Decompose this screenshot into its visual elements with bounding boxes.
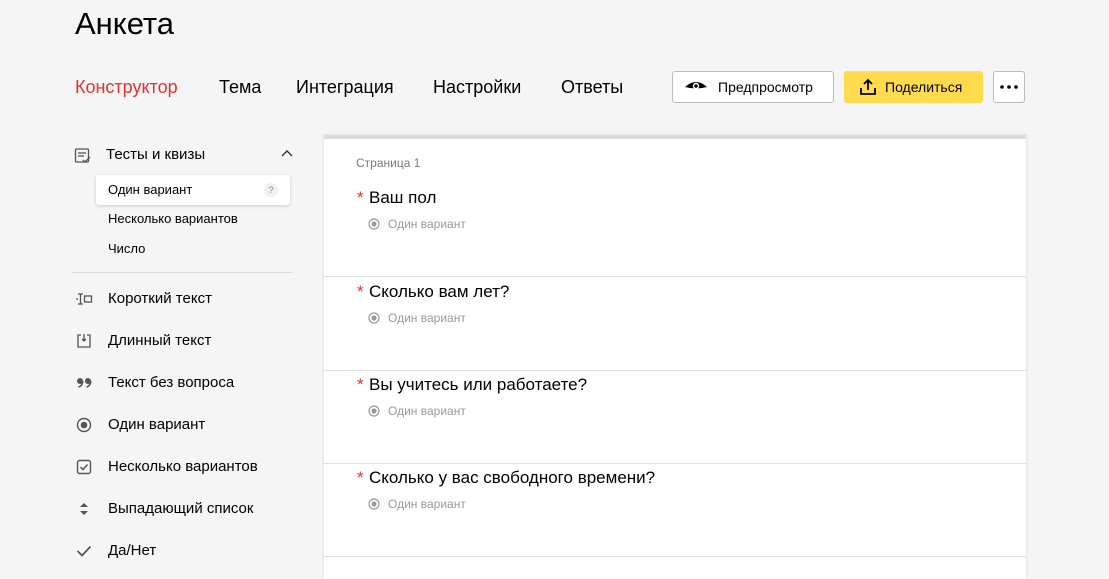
eye-icon bbox=[684, 80, 708, 94]
sort-arrows-icon bbox=[74, 500, 94, 518]
quiz-group-header[interactable]: Тесты и квизы bbox=[72, 144, 294, 168]
page-label: Страница 1 bbox=[356, 156, 421, 170]
preview-label: Предпросмотр bbox=[718, 79, 813, 95]
radio-icon bbox=[368, 498, 380, 510]
more-button[interactable] bbox=[993, 71, 1025, 103]
sidebar-item-label: Несколько вариантов bbox=[108, 211, 238, 226]
sidebar-item-label: Выпадающий список bbox=[108, 500, 254, 517]
sidebar-item-label: Один вариант bbox=[108, 182, 193, 197]
tab-theme[interactable]: Тема bbox=[219, 74, 261, 100]
required-mark: * bbox=[357, 188, 364, 207]
sidebar-item-yes-no[interactable]: Да/Нет bbox=[72, 539, 292, 563]
quiz-item-single-choice[interactable]: Один вариант ? bbox=[96, 175, 290, 205]
sidebar-item-long-text[interactable]: Длинный текст bbox=[72, 329, 292, 353]
quiz-item-multiple-choice[interactable]: Несколько вариантов bbox=[96, 204, 290, 234]
radio-icon bbox=[74, 416, 94, 434]
question-type: Один вариант bbox=[368, 496, 466, 512]
sidebar-item-dropdown[interactable]: Выпадающий список bbox=[72, 497, 292, 521]
sidebar-item-label: Да/Нет bbox=[108, 542, 157, 559]
page-title: Анкета bbox=[75, 6, 175, 41]
form-page-card: Страница 1 * Ваш пол Один вариант * Скол… bbox=[324, 135, 1026, 579]
question-title: Сколько у вас свободного времени? bbox=[369, 468, 656, 487]
sidebar-item-label: Текст без вопроса bbox=[108, 374, 235, 391]
question-type: Один вариант bbox=[368, 216, 466, 232]
quiz-icon bbox=[74, 147, 92, 170]
tab-constructor[interactable]: Конструктор bbox=[75, 74, 178, 100]
long-text-icon bbox=[74, 332, 94, 350]
question-title: Ваш пол bbox=[369, 188, 437, 207]
question-type-label: Один вариант bbox=[388, 497, 466, 511]
question-card[interactable]: * Сколько у вас свободного времени? Один… bbox=[324, 463, 1026, 557]
radio-icon bbox=[368, 405, 380, 417]
sidebar-item-label: Длинный текст bbox=[108, 332, 212, 349]
sidebar-item-multiple-choice[interactable]: Несколько вариантов bbox=[72, 455, 292, 479]
sidebar-divider bbox=[72, 272, 292, 273]
question-type-label: Один вариант bbox=[388, 311, 466, 325]
sidebar-item-single-choice[interactable]: Один вариант bbox=[72, 413, 292, 437]
checkbox-icon bbox=[74, 458, 94, 476]
quote-icon bbox=[74, 374, 94, 392]
sidebar-item-label: Один вариант bbox=[108, 416, 206, 433]
more-dots-icon bbox=[1000, 85, 1018, 89]
tab-responses[interactable]: Ответы bbox=[561, 74, 623, 100]
radio-icon bbox=[368, 312, 380, 324]
quiz-item-number[interactable]: Число bbox=[96, 234, 290, 264]
tab-settings[interactable]: Настройки bbox=[433, 74, 521, 100]
sidebar-item-text-no-question[interactable]: Текст без вопроса bbox=[72, 371, 292, 395]
sidebar-item-label: Число bbox=[108, 241, 146, 256]
short-text-icon bbox=[74, 290, 94, 308]
share-label: Поделиться bbox=[885, 79, 963, 95]
question-type-label: Один вариант bbox=[388, 217, 466, 231]
sidebar-item-short-text[interactable]: Короткий текст bbox=[72, 287, 292, 311]
question-title: Вы учитесь или работаете? bbox=[369, 375, 588, 394]
share-button[interactable]: Поделиться bbox=[844, 71, 983, 103]
quiz-group-label: Тесты и квизы bbox=[106, 146, 206, 163]
sidebar-item-label: Короткий текст bbox=[108, 290, 212, 307]
required-mark: * bbox=[357, 375, 364, 394]
radio-icon bbox=[368, 218, 380, 230]
help-icon[interactable]: ? bbox=[264, 183, 278, 197]
question-type-label: Один вариант bbox=[388, 404, 466, 418]
preview-button[interactable]: Предпросмотр bbox=[672, 71, 834, 103]
question-title: Сколько вам лет? bbox=[369, 282, 510, 301]
tab-integration[interactable]: Интеграция bbox=[296, 74, 394, 100]
sidebar-item-label: Несколько вариантов bbox=[108, 458, 258, 475]
required-mark: * bbox=[357, 468, 364, 487]
question-card[interactable]: * Сколько вам лет? Один вариант bbox=[324, 277, 1026, 371]
question-type: Один вариант bbox=[368, 403, 466, 419]
upload-icon bbox=[858, 78, 878, 96]
chevron-up-icon[interactable] bbox=[280, 147, 294, 166]
question-card[interactable]: * Вы учитесь или работаете? Один вариант bbox=[324, 370, 1026, 464]
check-icon bbox=[74, 542, 94, 560]
question-card[interactable]: * Ваш пол Один вариант bbox=[324, 183, 1026, 277]
required-mark: * bbox=[357, 282, 364, 301]
question-type: Один вариант bbox=[368, 310, 466, 326]
